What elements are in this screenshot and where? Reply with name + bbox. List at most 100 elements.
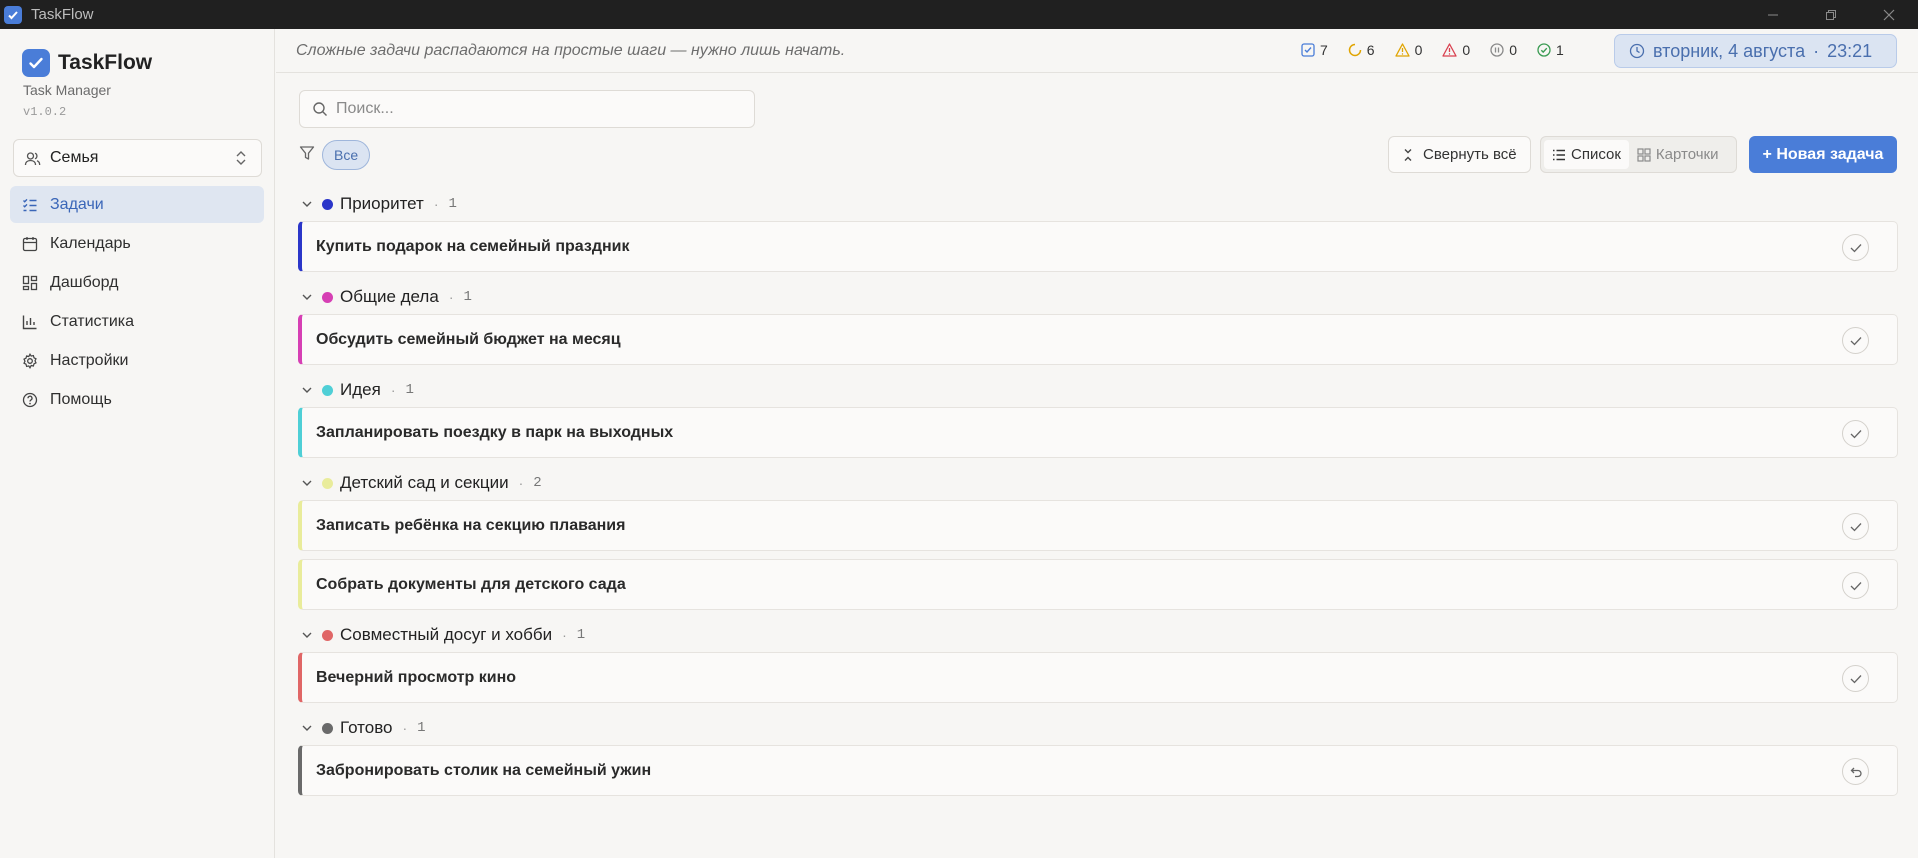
chevron-down-icon [302, 480, 312, 486]
group-header-idea[interactable]: Идея · 1 [298, 373, 1898, 407]
group-color-dot [322, 477, 333, 489]
clock-icon [1629, 43, 1645, 59]
group-count: 1 [463, 289, 472, 305]
group-count: 2 [533, 475, 542, 491]
sidebar-item-dashboard[interactable]: Дашборд [10, 264, 264, 301]
collapse-all-button[interactable]: Свернуть всё [1388, 136, 1531, 173]
group-color-dot [322, 384, 333, 396]
group-count: 1 [417, 720, 426, 736]
task-title: Запланировать поездку в парк на выходных [316, 423, 674, 441]
task-title: Забронировать столик на семейный ужин [316, 761, 652, 779]
complete-task-button[interactable] [1842, 665, 1869, 692]
search-box [299, 90, 755, 128]
stat-in-progress[interactable]: 6 [1348, 42, 1375, 58]
check-icon [1850, 429, 1861, 438]
task-row[interactable]: Вечерний просмотр кино [298, 652, 1898, 703]
group-color-dot [322, 291, 333, 303]
task-stats: 7 6 0 0 0 1 [1301, 42, 1584, 58]
group-header-kindergarten[interactable]: Детский сад и секции · 2 [298, 466, 1898, 500]
stat-paused[interactable]: 0 [1490, 42, 1517, 58]
stat-overdue[interactable]: 0 [1442, 42, 1470, 58]
list-check-icon [23, 198, 37, 211]
help-icon [22, 392, 38, 407]
view-cards-button[interactable]: Карточки [1629, 140, 1727, 169]
chevron-down-icon [302, 632, 312, 638]
window-titlebar: TaskFlow [0, 0, 1918, 29]
task-title: Вечерний просмотр кино [316, 668, 517, 686]
sidebar-item-help[interactable]: Помощь [10, 381, 264, 418]
task-row[interactable]: Забронировать столик на семейный ужин [298, 745, 1898, 796]
undo-task-button[interactable] [1842, 758, 1869, 785]
motivational-quote: Сложные задачи распадаются на простые ша… [296, 42, 846, 59]
date-time-display: вторник, 4 августа · 23:21 [1614, 34, 1897, 68]
current-date: вторник, 4 августа [1653, 40, 1806, 61]
view-toggle: Список Карточки [1540, 136, 1737, 173]
search-input[interactable] [336, 100, 736, 118]
group-header-priority[interactable]: Приоритет · 1 [298, 187, 1898, 221]
stat-warning[interactable]: 0 [1394, 42, 1422, 58]
task-row[interactable]: Собрать документы для детского сада [298, 559, 1898, 610]
group-color-dot [322, 629, 333, 641]
task-row[interactable]: Запланировать поездку в парк на выходных [298, 407, 1898, 458]
checkbox-icon [1301, 43, 1315, 57]
brand-logo-icon [22, 49, 50, 77]
sidebar-item-label: Дашборд [50, 273, 119, 291]
complete-task-button[interactable] [1842, 234, 1869, 261]
chevron-down-icon [302, 201, 312, 207]
sidebar-item-label: Статистика [50, 312, 135, 330]
minimize-button[interactable] [1744, 0, 1802, 29]
chevron-down-icon [302, 725, 312, 731]
group-name: Общие дела [340, 287, 439, 306]
check-icon [1850, 581, 1861, 590]
chevron-updown-icon [236, 151, 246, 165]
close-icon [1883, 9, 1895, 20]
brand-subtitle: Task Manager [23, 82, 111, 98]
brand-name: TaskFlow [58, 51, 153, 74]
bar-chart-icon [22, 315, 37, 329]
complete-task-button[interactable] [1842, 420, 1869, 447]
users-icon [24, 151, 41, 165]
task-row[interactable]: Купить подарок на семейный праздник [298, 221, 1898, 272]
new-task-button[interactable]: + Новая задача [1749, 136, 1897, 173]
task-row[interactable]: Записать ребёнка на секцию плавания [298, 500, 1898, 551]
close-button[interactable] [1860, 0, 1918, 29]
filter-chip-all[interactable]: Все [322, 140, 371, 170]
check-icon [1850, 674, 1861, 683]
group-header-done[interactable]: Готово · 1 [298, 711, 1898, 745]
workspace-selector[interactable]: Семья [13, 139, 262, 177]
check-icon [1850, 522, 1861, 531]
stat-total[interactable]: 7 [1301, 42, 1328, 58]
view-list-button[interactable]: Список [1544, 140, 1629, 169]
complete-task-button[interactable] [1842, 572, 1869, 599]
window-title: TaskFlow [31, 6, 94, 23]
warning-icon [1394, 43, 1410, 57]
group-header-leisure[interactable]: Совместный досуг и хобби · 1 [298, 618, 1898, 652]
current-time: 23:21 [1827, 40, 1873, 61]
dashboard-icon [22, 275, 38, 290]
group-name: Готово [340, 718, 393, 737]
group-header-general[interactable]: Общие дела · 1 [298, 280, 1898, 314]
sidebar-item-settings[interactable]: Настройки [10, 342, 264, 379]
group-count: 1 [576, 627, 586, 643]
top-bar: Сложные задачи распадаются на простые ша… [276, 29, 1918, 73]
restore-button[interactable] [1802, 0, 1860, 29]
complete-task-button[interactable] [1842, 513, 1869, 540]
complete-task-button[interactable] [1842, 327, 1869, 354]
sidebar-item-statistics[interactable]: Статистика [10, 303, 264, 340]
restore-icon [1826, 9, 1836, 20]
sidebar: TaskFlow Task Manager v1.0.2 Семья Задач… [0, 29, 275, 858]
task-row[interactable]: Обсудить семейный бюджет на месяц [298, 314, 1898, 365]
task-title: Купить подарок на семейный праздник [316, 237, 630, 255]
group-count: 1 [448, 196, 457, 212]
progress-icon [1348, 43, 1362, 57]
check-icon [1850, 336, 1861, 345]
stat-done[interactable]: 1 [1537, 42, 1564, 58]
sidebar-item-label: Настройки [50, 351, 129, 369]
sidebar-item-calendar[interactable]: Календарь [10, 225, 264, 262]
chevron-down-icon [302, 387, 312, 393]
group-name: Совместный досуг и хобби [340, 625, 553, 644]
sidebar-item-tasks[interactable]: Задачи [10, 186, 264, 223]
filter-icon[interactable] [299, 145, 315, 161]
calendar-icon [22, 236, 38, 251]
done-icon [1537, 43, 1551, 57]
